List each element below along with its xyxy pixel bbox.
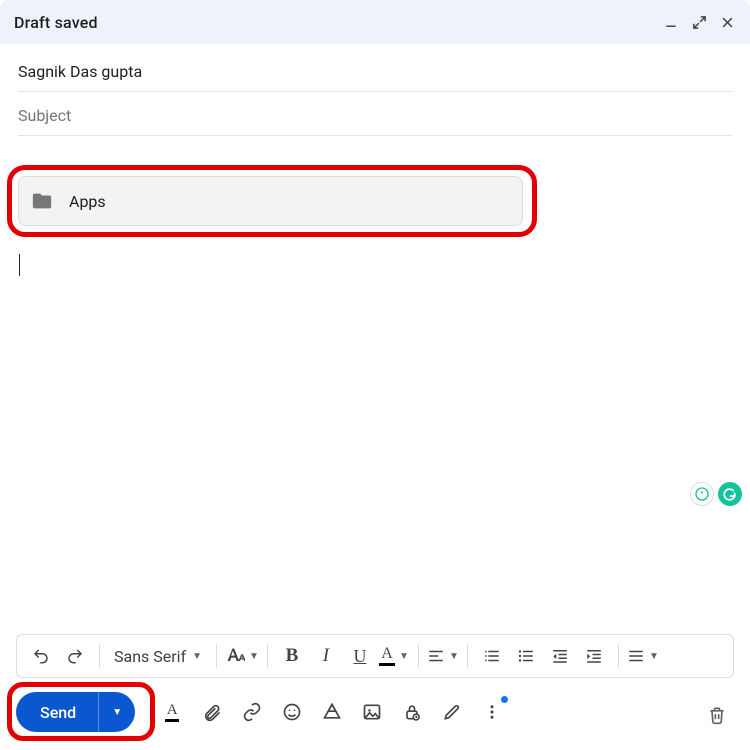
chevron-down-icon: ▼	[192, 651, 202, 662]
grammarly-tone-icon[interactable]	[690, 482, 714, 506]
recipient-name: Sagnik Das gupta	[18, 62, 142, 81]
redo-button[interactable]	[59, 640, 91, 672]
text-cursor	[19, 254, 20, 276]
numbered-list-button[interactable]	[476, 640, 508, 672]
underline-button[interactable]: U	[344, 640, 376, 672]
grammarly-icon[interactable]	[718, 482, 742, 506]
chevron-down-icon: ▼	[112, 707, 122, 718]
insert-photo-button[interactable]	[359, 699, 385, 725]
more-formatting-button[interactable]: ▼	[627, 640, 659, 672]
expand-icon[interactable]	[690, 13, 708, 31]
send-split-button: Send ▼	[16, 692, 135, 732]
formatting-options-button[interactable]: A	[159, 699, 185, 725]
font-family-label: Sans Serif	[114, 647, 186, 666]
font-size-button[interactable]: ▼	[225, 640, 259, 672]
bulleted-list-button[interactable]	[510, 640, 542, 672]
indent-more-button[interactable]	[578, 640, 610, 672]
chevron-down-icon: ▼	[399, 651, 409, 662]
indent-less-button[interactable]	[544, 640, 576, 672]
subject-row	[18, 92, 732, 136]
send-label: Send	[40, 703, 76, 722]
compose-actions-bar: Send ▼ A	[0, 684, 750, 750]
text-color-icon: A	[379, 646, 395, 666]
separator	[99, 644, 100, 668]
insert-link-button[interactable]	[239, 699, 265, 725]
insert-emoji-button[interactable]	[279, 699, 305, 725]
separator	[618, 644, 619, 668]
compose-header: Draft saved	[0, 0, 750, 44]
bold-button[interactable]: B	[276, 640, 308, 672]
drive-attachment-chip[interactable]: Apps	[18, 176, 523, 226]
close-icon[interactable]	[718, 13, 736, 31]
text-format-icon: A	[165, 703, 179, 722]
chevron-down-icon: ▼	[449, 651, 459, 662]
notification-dot-icon	[501, 696, 508, 703]
subject-input[interactable]	[18, 106, 732, 125]
font-family-select[interactable]: Sans Serif ▼	[108, 647, 208, 666]
insert-signature-button[interactable]	[439, 699, 465, 725]
chip-label: Apps	[69, 192, 106, 211]
separator	[418, 644, 419, 668]
formatting-toolbar: Sans Serif ▼ ▼ B I U A ▼ ▼	[16, 634, 734, 678]
separator	[267, 644, 268, 668]
send-options-button[interactable]: ▼	[99, 692, 135, 732]
text-color-button[interactable]: A ▼	[378, 640, 410, 672]
separator	[467, 644, 468, 668]
window-controls	[662, 13, 736, 31]
compose-window: Draft saved Sagnik Das gupta Apps	[0, 0, 750, 750]
chevron-down-icon: ▼	[649, 651, 659, 662]
chevron-down-icon: ▼	[249, 651, 259, 662]
recipients-field[interactable]: Sagnik Das gupta	[18, 44, 732, 92]
minimize-icon[interactable]	[662, 13, 680, 31]
attach-file-button[interactable]	[199, 699, 225, 725]
undo-button[interactable]	[25, 640, 57, 672]
align-button[interactable]: ▼	[427, 640, 459, 672]
discard-draft-button[interactable]	[706, 704, 728, 726]
compose-body[interactable]: Apps	[0, 136, 750, 634]
insert-actions: A	[159, 699, 505, 725]
folder-icon	[31, 190, 53, 212]
separator	[216, 644, 217, 668]
send-button[interactable]: Send	[16, 692, 99, 732]
grammarly-widget[interactable]	[690, 482, 742, 506]
italic-button[interactable]: I	[310, 640, 342, 672]
confidential-mode-button[interactable]	[399, 699, 425, 725]
insert-drive-button[interactable]	[319, 699, 345, 725]
compose-title: Draft saved	[14, 13, 98, 32]
more-options-button[interactable]	[479, 699, 505, 725]
